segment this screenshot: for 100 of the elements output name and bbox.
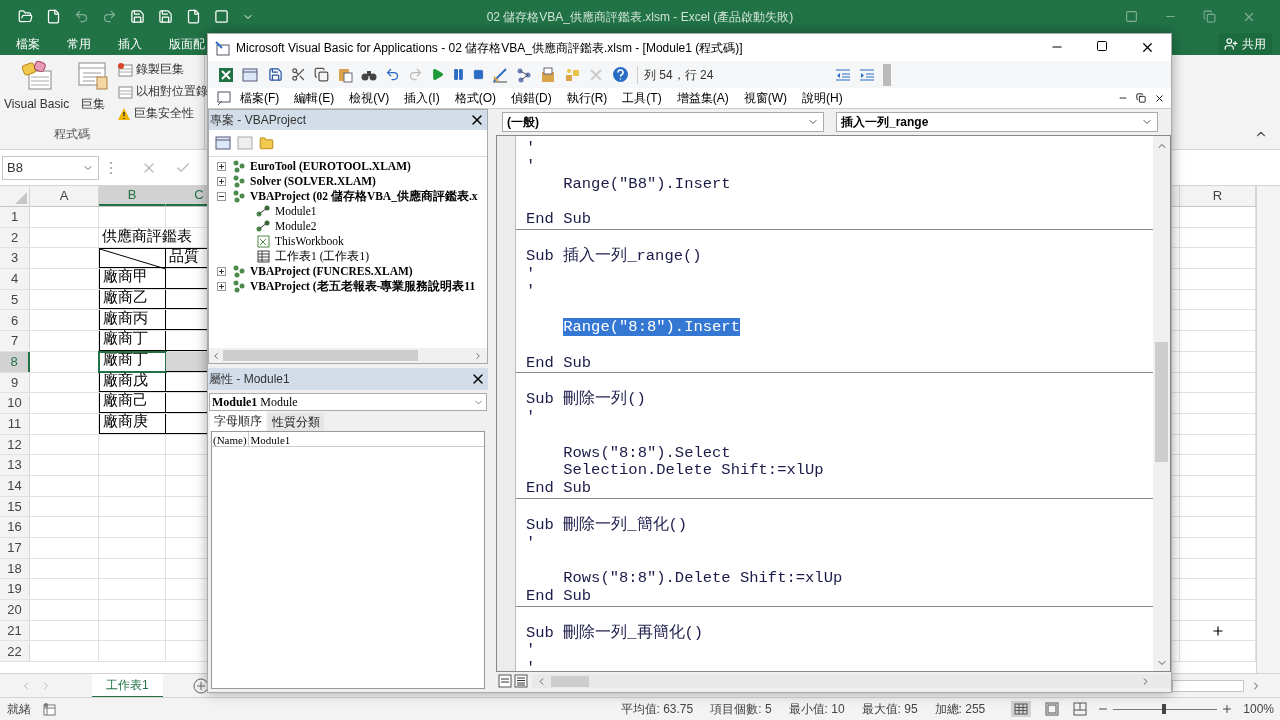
- table-title: 供應商評鑑表: [102, 225, 192, 246]
- code-line: Rows("8:8").Select: [563, 443, 731, 462]
- zoom-thumb[interactable]: [1162, 704, 1167, 714]
- row-header: 8: [0, 351, 30, 372]
- menu-item[interactable]: 增益集(A): [676, 89, 729, 107]
- stop-icon[interactable]: [473, 69, 484, 80]
- ribbon-small-button[interactable]: 巨集安全性: [117, 105, 195, 123]
- help-icon[interactable]: [612, 66, 629, 83]
- table-cell: 廠商丁: [99, 351, 166, 372]
- paste-icon[interactable]: [337, 66, 353, 83]
- menu-item[interactable]: 視窗(W): [743, 89, 787, 107]
- table-cell: 廠商甲: [99, 269, 166, 289]
- pause-icon[interactable]: [452, 68, 465, 81]
- tab[interactable]: 字母順序: [210, 411, 266, 431]
- code-line: Sub 插入一列_range(): [526, 246, 702, 265]
- view-code-icon[interactable]: [215, 136, 231, 150]
- menu-item[interactable]: 檢視(V): [349, 89, 390, 107]
- copy-icon[interactable]: [314, 67, 329, 82]
- close-icon[interactable]: [1140, 40, 1155, 55]
- menu-item[interactable]: 檔案(F): [240, 89, 280, 107]
- form-icon[interactable]: [214, 9, 229, 24]
- normal-view-icon[interactable]: [1011, 701, 1032, 717]
- row-header: 22: [0, 641, 30, 662]
- share-button[interactable]: 共用: [1218, 33, 1272, 55]
- menu-item[interactable]: 說明(H): [802, 89, 843, 107]
- page-break-icon[interactable]: [1073, 702, 1088, 716]
- zoom-slider[interactable]: [1113, 704, 1218, 714]
- save-icon[interactable]: [268, 67, 283, 82]
- tab[interactable]: 性質分類: [268, 413, 324, 431]
- code-line: Sub 刪除一列_簡化(): [526, 515, 688, 534]
- project-icon: [232, 265, 246, 278]
- indent-icon[interactable]: [859, 67, 875, 82]
- expand-icon[interactable]: [217, 267, 226, 276]
- scroll-left-icon[interactable]: [211, 350, 221, 361]
- status-stat: 項目個數: 5: [710, 701, 772, 718]
- ribbon-tab[interactable]: 常用: [67, 35, 91, 53]
- menu-item[interactable]: 偵錯(D): [511, 89, 552, 107]
- object-dropdown[interactable]: Module1 Module: [209, 393, 487, 411]
- menu-item[interactable]: 執行(R): [566, 89, 608, 107]
- table-icon: [117, 85, 134, 99]
- sheet-tab[interactable]: 工作表1: [92, 673, 163, 698]
- undo-icon[interactable]: [385, 67, 400, 82]
- ribbon-large-button[interactable]: 巨集: [73, 61, 114, 125]
- status-text: 就緒: [6, 701, 31, 718]
- restore-icon[interactable]: [1203, 10, 1216, 23]
- module-view-icon[interactable]: [514, 674, 528, 688]
- macro-record-icon[interactable]: [43, 702, 57, 716]
- code-line: ': [526, 533, 536, 552]
- maximize-icon[interactable]: [1096, 40, 1108, 52]
- zoom-in-icon[interactable]: [1221, 703, 1234, 715]
- insert-form-icon[interactable]: [242, 67, 260, 82]
- status-stat: 最小值: 10: [788, 701, 845, 718]
- network-icon[interactable]: [516, 66, 532, 83]
- ribbon-tab[interactable]: 插入: [118, 35, 142, 53]
- redo-icon[interactable]: [102, 9, 117, 24]
- new-file-icon[interactable]: [46, 9, 61, 24]
- play-icon[interactable]: [431, 68, 444, 81]
- undo-icon[interactable]: [74, 9, 89, 24]
- folder-icon[interactable]: [259, 135, 274, 151]
- cut-icon[interactable]: [291, 67, 306, 82]
- menu-item[interactable]: 編輯(E): [294, 89, 335, 107]
- page-layout-icon[interactable]: [1045, 702, 1060, 716]
- sheet-icon: [255, 250, 271, 263]
- menu-item[interactable]: 格式(O): [454, 89, 496, 107]
- object-dropdown[interactable]: (一般): [502, 112, 824, 132]
- code-line: ': [526, 641, 536, 660]
- procedure-dropdown[interactable]: 插入一列_range: [836, 112, 1158, 132]
- add-sheet-icon[interactable]: [192, 677, 209, 694]
- outdent-icon[interactable]: [835, 67, 851, 82]
- collapse-icon[interactable]: [217, 192, 226, 201]
- code-line: End Sub: [526, 210, 592, 229]
- module-icon: [255, 205, 271, 218]
- toolbar-grip[interactable]: [883, 63, 891, 86]
- row-header: 19: [0, 579, 30, 600]
- code-line: ': [526, 264, 536, 283]
- mdi-close-icon[interactable]: [1154, 92, 1165, 104]
- project-icon: [232, 190, 246, 203]
- expand-icon[interactable]: [217, 177, 226, 186]
- ribbon-small-button[interactable]: 以相對位置錄: [117, 83, 209, 101]
- menu-item[interactable]: 插入(I): [404, 89, 440, 107]
- scroll-thumb[interactable]: [551, 675, 589, 687]
- ribbon-large-button[interactable]: Visual Basic: [0, 61, 74, 125]
- name-box[interactable]: B8: [2, 155, 99, 180]
- expand-icon[interactable]: [217, 282, 226, 291]
- expand-icon[interactable]: [217, 162, 226, 171]
- scroll-thumb[interactable]: [1155, 342, 1168, 462]
- save-as-icon[interactable]: [158, 9, 173, 24]
- code-line: ': [526, 659, 536, 671]
- menu-item[interactable]: 工具(T): [622, 89, 662, 107]
- zoom-label[interactable]: 100%: [1233, 700, 1280, 718]
- mdi-restore-icon[interactable]: [1136, 92, 1146, 103]
- scroll-thumb[interactable]: [223, 350, 418, 361]
- ribbon-small-button[interactable]: 錄製巨集: [117, 61, 185, 79]
- spreadsheet-icon[interactable]: [218, 66, 234, 83]
- scroll-right-icon[interactable]: [473, 350, 483, 361]
- ribbon-tab[interactable]: 檔案: [16, 35, 40, 53]
- open-icon[interactable]: [18, 9, 33, 24]
- code-line: Range("B8").Insert: [563, 174, 731, 193]
- ribbon-tab[interactable]: 版面配: [169, 35, 205, 53]
- project-icon: [232, 175, 246, 188]
